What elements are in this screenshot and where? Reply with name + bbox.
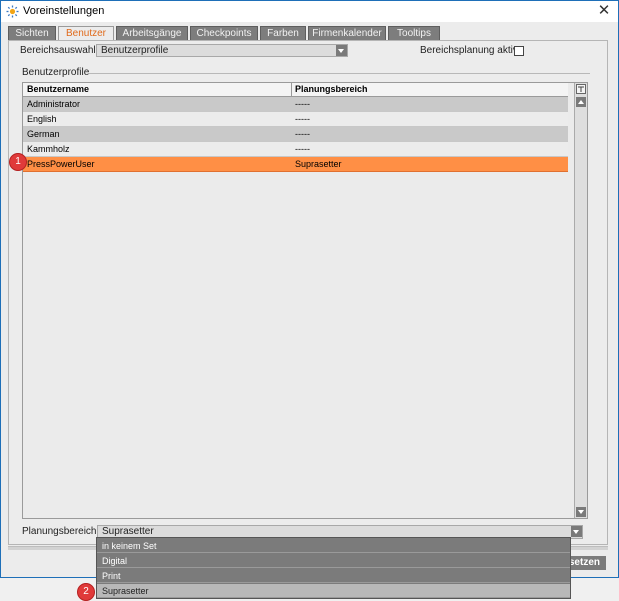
cell-benutzername: Kammholz [27, 144, 70, 154]
scroll-up-icon[interactable] [576, 97, 586, 107]
bereichsplanung-label: Bereichsplanung aktiv: [420, 45, 521, 56]
window-title: Voreinstellungen [23, 5, 105, 17]
tab-label: Sichten [15, 28, 49, 39]
bereichsauswahl-value: Benutzerprofile [101, 45, 169, 56]
setzen-button-label: setzen [568, 557, 600, 568]
table-row[interactable]: Administrator ----- [23, 97, 568, 112]
table-row-selected[interactable]: PressPowerUser Suprasetter [23, 157, 568, 172]
option-label: Digital [102, 556, 128, 566]
preferences-window: Voreinstellungen ✕ Sichten Benutzer Arbe… [0, 0, 619, 578]
tab-farben[interactable]: Farben [260, 26, 306, 40]
dropdown-option-highlighted[interactable]: Suprasetter [97, 584, 570, 598]
cell-planungsbereich: ----- [295, 99, 310, 109]
group-divider [89, 73, 590, 74]
cell-benutzername: German [27, 129, 60, 139]
option-label: Suprasetter [102, 586, 149, 596]
tab-label: Firmenkalender [312, 28, 382, 39]
column-chooser-icon[interactable] [576, 84, 586, 94]
tab-label: Checkpoints [196, 28, 252, 39]
tab-sichten[interactable]: Sichten [8, 26, 56, 40]
chevron-down-icon [336, 45, 347, 56]
bereichsauswahl-select[interactable]: Benutzerprofile [96, 44, 348, 57]
cell-planungsbereich: Suprasetter [295, 159, 342, 169]
annotation-badge-1: 1 [9, 153, 27, 171]
table-row[interactable]: Kammholz ----- [23, 142, 568, 157]
dropdown-option[interactable]: Print [97, 569, 570, 583]
badge-number: 2 [83, 586, 89, 597]
tab-firmenkalender[interactable]: Firmenkalender [308, 26, 386, 40]
bereichsplanung-checkbox[interactable] [514, 46, 524, 56]
table-row[interactable]: German ----- [23, 127, 568, 142]
close-button[interactable]: ✕ [590, 1, 618, 22]
cell-planungsbereich: ----- [295, 144, 310, 154]
tab-label: Farben [267, 28, 299, 39]
scroll-down-icon[interactable] [576, 507, 586, 517]
planungsbereich-label: Planungsbereich: [22, 526, 100, 537]
dialog-client-area: Sichten Benutzer Arbeitsgänge Checkpoint… [1, 22, 618, 577]
column-header-planungsbereich[interactable]: Planungsbereich [291, 83, 568, 96]
badge-number: 1 [15, 156, 21, 167]
tab-tooltips[interactable]: Tooltips [388, 26, 440, 40]
dropdown-option[interactable]: in keinem Set [97, 539, 570, 553]
table-vertical-scrollbar[interactable] [574, 83, 587, 518]
option-label: in keinem Set [102, 541, 157, 551]
dropdown-option[interactable]: Digital [97, 554, 570, 568]
cell-benutzername: PressPowerUser [27, 159, 95, 169]
close-icon: ✕ [597, 2, 611, 19]
option-label: Print [102, 571, 121, 581]
title-bar: Voreinstellungen ✕ [1, 1, 618, 22]
bereichsauswahl-label: Bereichsauswahl [20, 45, 96, 56]
tab-label: Tooltips [397, 28, 431, 39]
planungsbereich-dropdown-list: in keinem Set Digital Print Suprasetter [96, 537, 571, 599]
table-row[interactable]: English ----- [23, 112, 568, 127]
app-sun-icon [6, 5, 19, 18]
chevron-down-icon [571, 526, 582, 537]
tab-checkpoints[interactable]: Checkpoints [190, 26, 258, 40]
cell-planungsbereich: ----- [295, 114, 310, 124]
tab-arbeitsgaenge[interactable]: Arbeitsgänge [116, 26, 188, 40]
cell-planungsbereich: ----- [295, 129, 310, 139]
planungsbereich-value: Suprasetter [102, 526, 154, 537]
table-header: Benutzername Planungsbereich [23, 83, 568, 97]
cell-benutzername: Administrator [27, 99, 81, 109]
tab-label: Arbeitsgänge [122, 28, 182, 39]
column-header-benutzername[interactable]: Benutzername [23, 83, 291, 96]
annotation-badge-2: 2 [77, 583, 95, 601]
tab-label: Benutzer [65, 28, 107, 39]
group-title-benutzerprofile: Benutzerprofile [22, 67, 90, 78]
cell-benutzername: English [27, 114, 57, 124]
benutzer-table: Benutzername Planungsbereich Administrat… [22, 82, 588, 519]
